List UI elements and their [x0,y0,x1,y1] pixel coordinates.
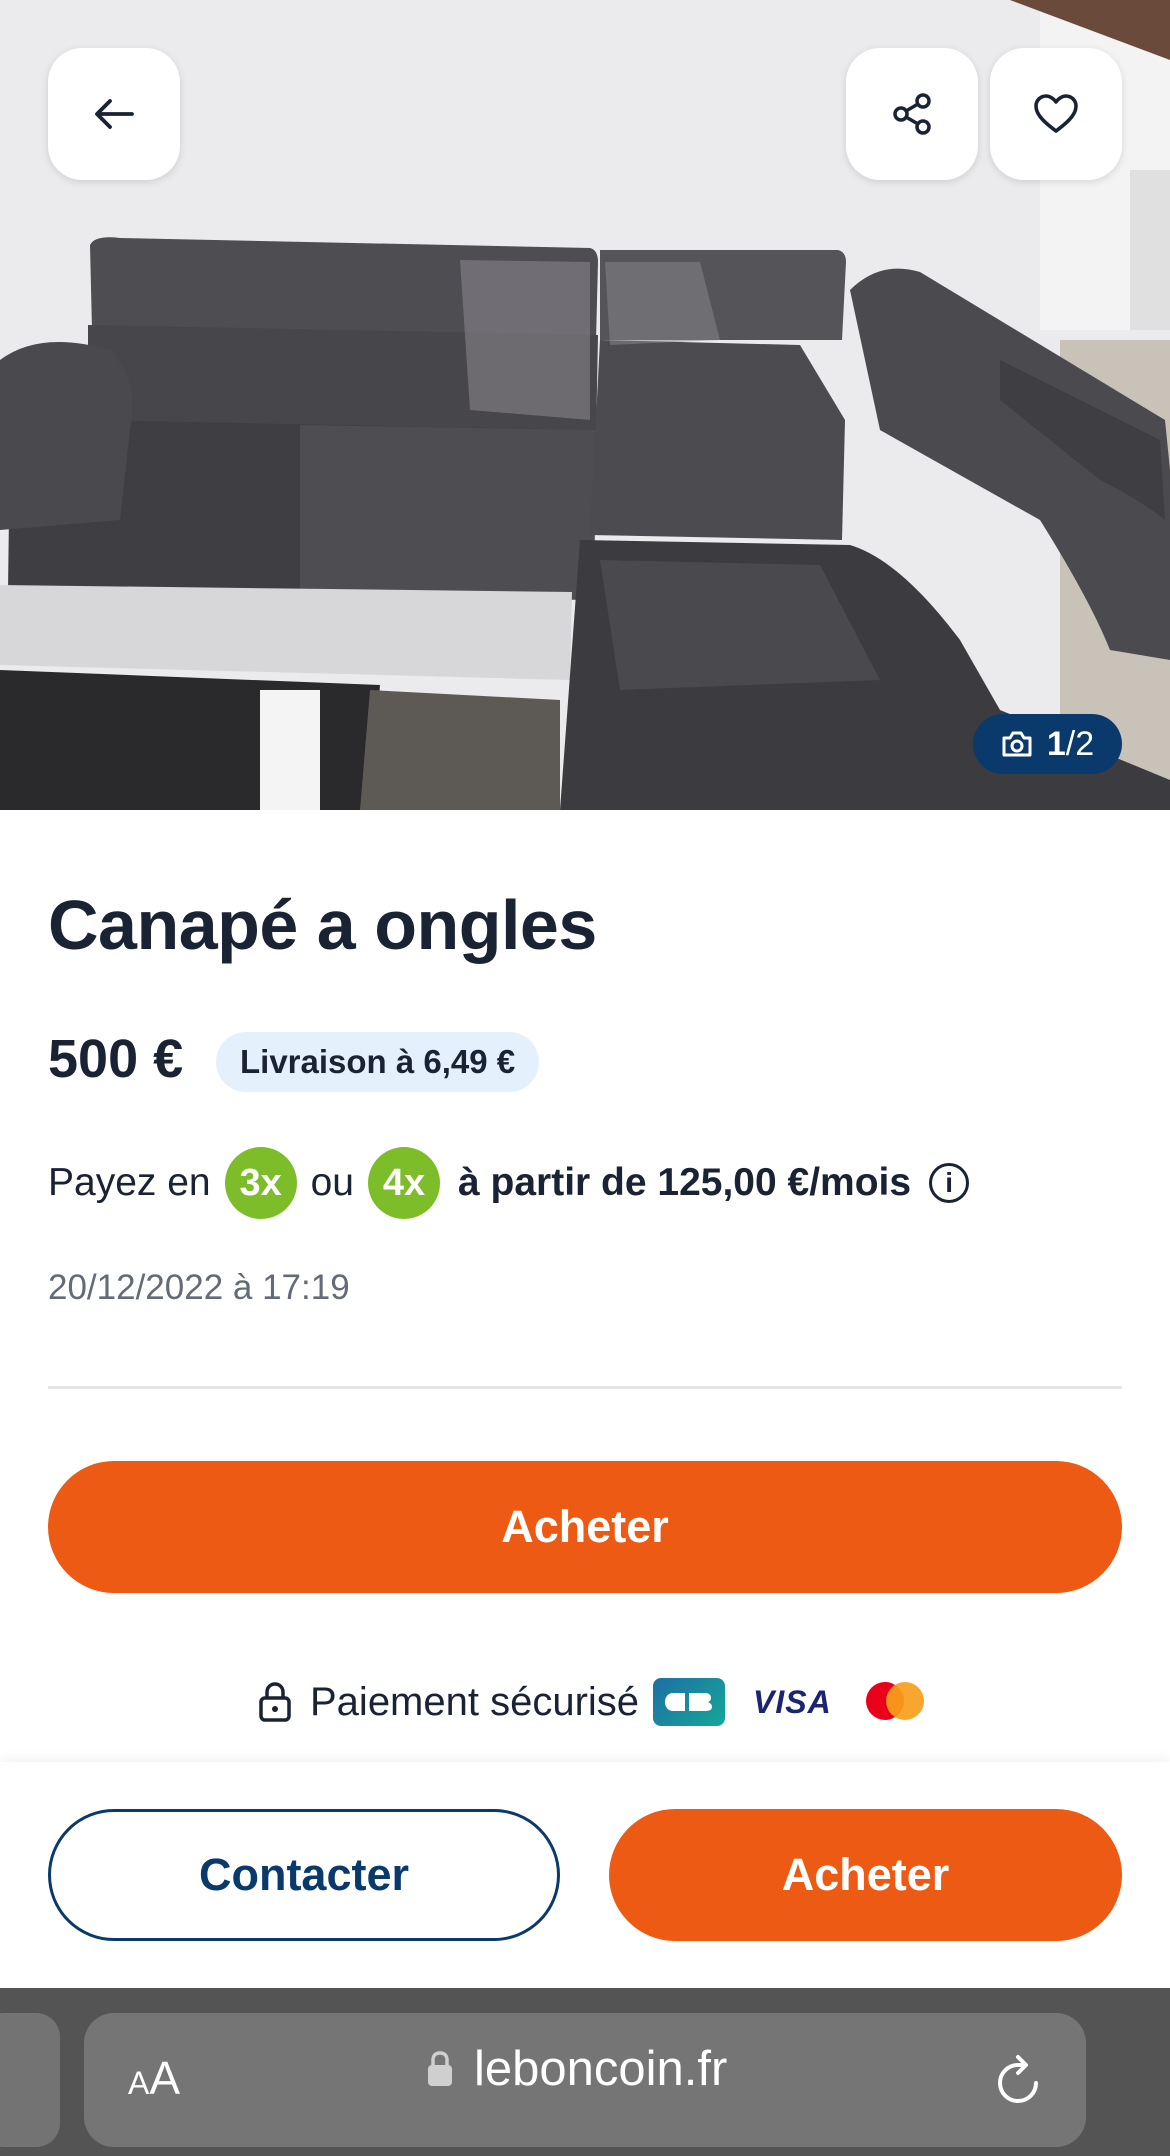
heart-icon [1034,94,1078,133]
secure-payment-label: Paiement sécurisé [310,1679,640,1724]
buy-button-bottom[interactable]: Acheter [609,1809,1122,1941]
back-button[interactable] [48,48,180,180]
aa-small: A [128,2065,150,2101]
lock-icon [428,2051,452,2086]
lock-icon [259,1682,291,1722]
listing-price: 500 € [48,1029,184,1089]
divider [48,1386,1122,1389]
listing-title: Canapé a ongles [48,886,597,964]
delivery-badge: Livraison à 6,49 € [216,1032,540,1092]
buy-button[interactable]: Acheter [48,1461,1122,1593]
mastercard-icon [865,1682,924,1722]
aa-big: A [149,2052,181,2104]
share-icon [893,93,931,135]
installment-4x-badge: 4x [368,1147,440,1219]
text-size-button[interactable]: AA [128,2051,180,2105]
photo-counter-total: 2 [1075,724,1095,763]
photo-counter[interactable]: 1/2 [973,714,1122,774]
favorite-button[interactable] [990,48,1122,180]
visa-logo: VISA [753,1683,832,1720]
installment-3x-badge: 3x [224,1147,297,1219]
address-bar[interactable]: AA leboncoin.fr [84,2013,1086,2147]
url-text: leboncoin.fr [474,2042,728,2096]
camera-icon [1002,731,1032,757]
installments-amount: à partir de 125,00 €/mois [458,1161,912,1204]
installments-prefix: Payez en [48,1161,211,1204]
url-display[interactable]: leboncoin.fr [426,2041,727,2097]
reload-icon[interactable] [992,2053,1046,2109]
info-icon[interactable]: i [929,1163,970,1203]
listing-photo[interactable]: 1/2 [0,0,1170,810]
listing-date: 20/12/2022 à 17:19 [48,1268,350,1307]
cb-card-icon [653,1678,726,1726]
back-arrow-icon [95,99,134,129]
installments-connector: ou [310,1161,354,1204]
photo-counter-separator: / [1065,724,1076,763]
contact-button[interactable]: Contacter [48,1809,560,1941]
share-button[interactable] [846,48,978,180]
previous-tab[interactable] [0,2013,60,2147]
installments-row: Payez en 3x ou 4x à partir de 125,00 €/m… [48,1146,970,1220]
photo-counter-current: 1 [1046,724,1066,763]
secure-payment-row: Paiement sécurisé VISA [258,1676,924,1728]
